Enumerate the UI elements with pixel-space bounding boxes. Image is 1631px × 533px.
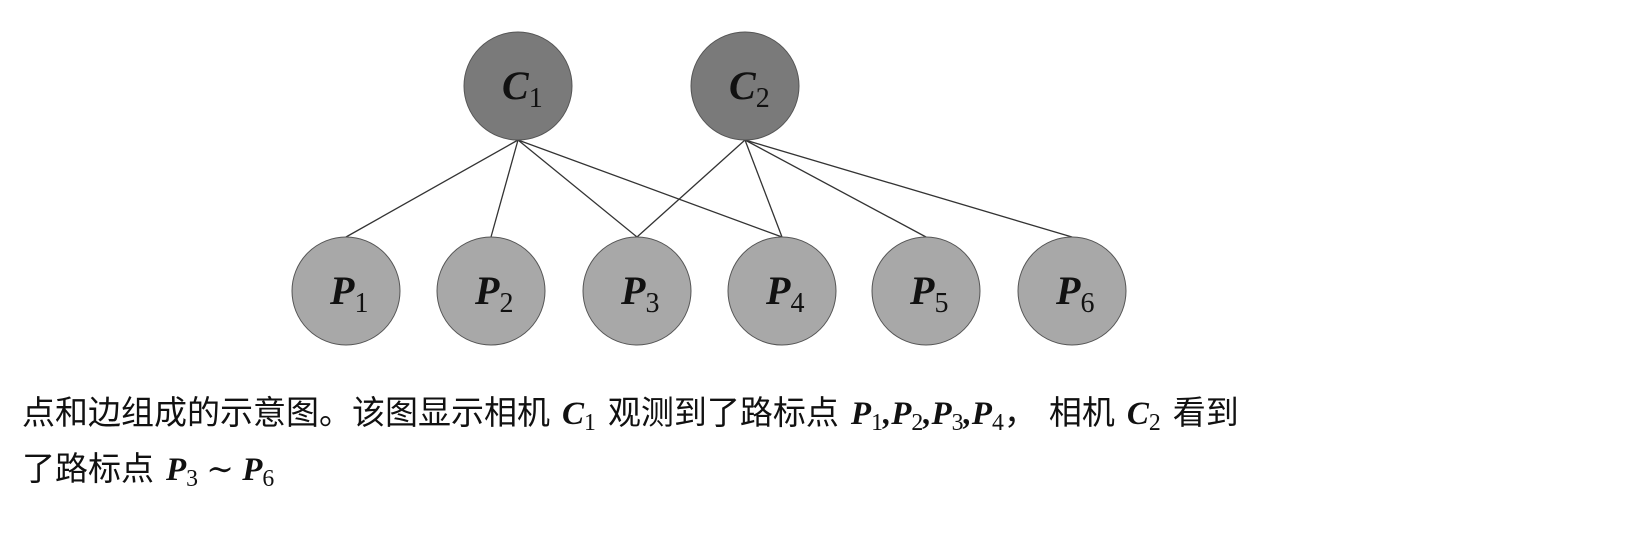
caption-text-1c: 相机 — [1048, 393, 1115, 432]
edge-c2-p4 — [744, 139, 783, 238]
edges-group — [345, 139, 1073, 238]
landmark-node-p5: P5 — [871, 236, 981, 346]
edge-c2-p5 — [744, 139, 927, 238]
edge-c2-p3 — [636, 139, 746, 238]
caption-landmark-list: P1,P2,P3,P4 — [850, 396, 1004, 436]
caption-text-1d: 看到 — [1172, 393, 1239, 432]
caption-text-1b: 观测到了路标点 — [607, 393, 839, 432]
edge-c1-p3 — [517, 139, 638, 238]
caption-line-1: 点和边组成的示意图。该图显示相机 C1 观测到了路标点 P1,P2,P3,P4， 相机 C… — [22, 390, 1612, 446]
caption-camera-c2: C2 — [1126, 396, 1161, 436]
edge-c1-p4 — [517, 139, 783, 238]
edge-c1-p2 — [490, 139, 519, 238]
landmark-node-p3: P3 — [582, 236, 692, 346]
landmark-node-p4: P4 — [727, 236, 837, 346]
caption-landmark-range: P3 ∼ P6 — [166, 451, 275, 492]
nodes-group: C1 C2 P1 P2 P3 P4 P5 P6 — [291, 31, 1127, 346]
caption-text-2a: 了路标点 — [22, 448, 154, 488]
caption-text-1a: 点和边组成的示意图。该图显示相机 — [22, 393, 550, 432]
landmark-node-p1: P1 — [291, 236, 401, 346]
caption-comma: ， — [1003, 393, 1037, 432]
caption-line-2: 了路标点 P3 ∼ P6 — [22, 446, 1612, 502]
camera-node-c1: C1 — [463, 31, 573, 141]
landmark-node-p2: P2 — [436, 236, 546, 346]
observation-graph: C1 C2 P1 P2 P3 P4 P5 P6 — [291, 31, 1127, 346]
landmark-node-p6: P6 — [1017, 236, 1127, 346]
edge-c1-p1 — [345, 139, 519, 238]
figure-caption: 点和边组成的示意图。该图显示相机 C1 观测到了路标点 P1,P2,P3,P4， 相机 C… — [22, 390, 1612, 502]
edge-c2-p6 — [744, 139, 1073, 238]
caption-camera-c1: C1 — [562, 396, 596, 436]
camera-node-c2: C2 — [690, 31, 800, 141]
